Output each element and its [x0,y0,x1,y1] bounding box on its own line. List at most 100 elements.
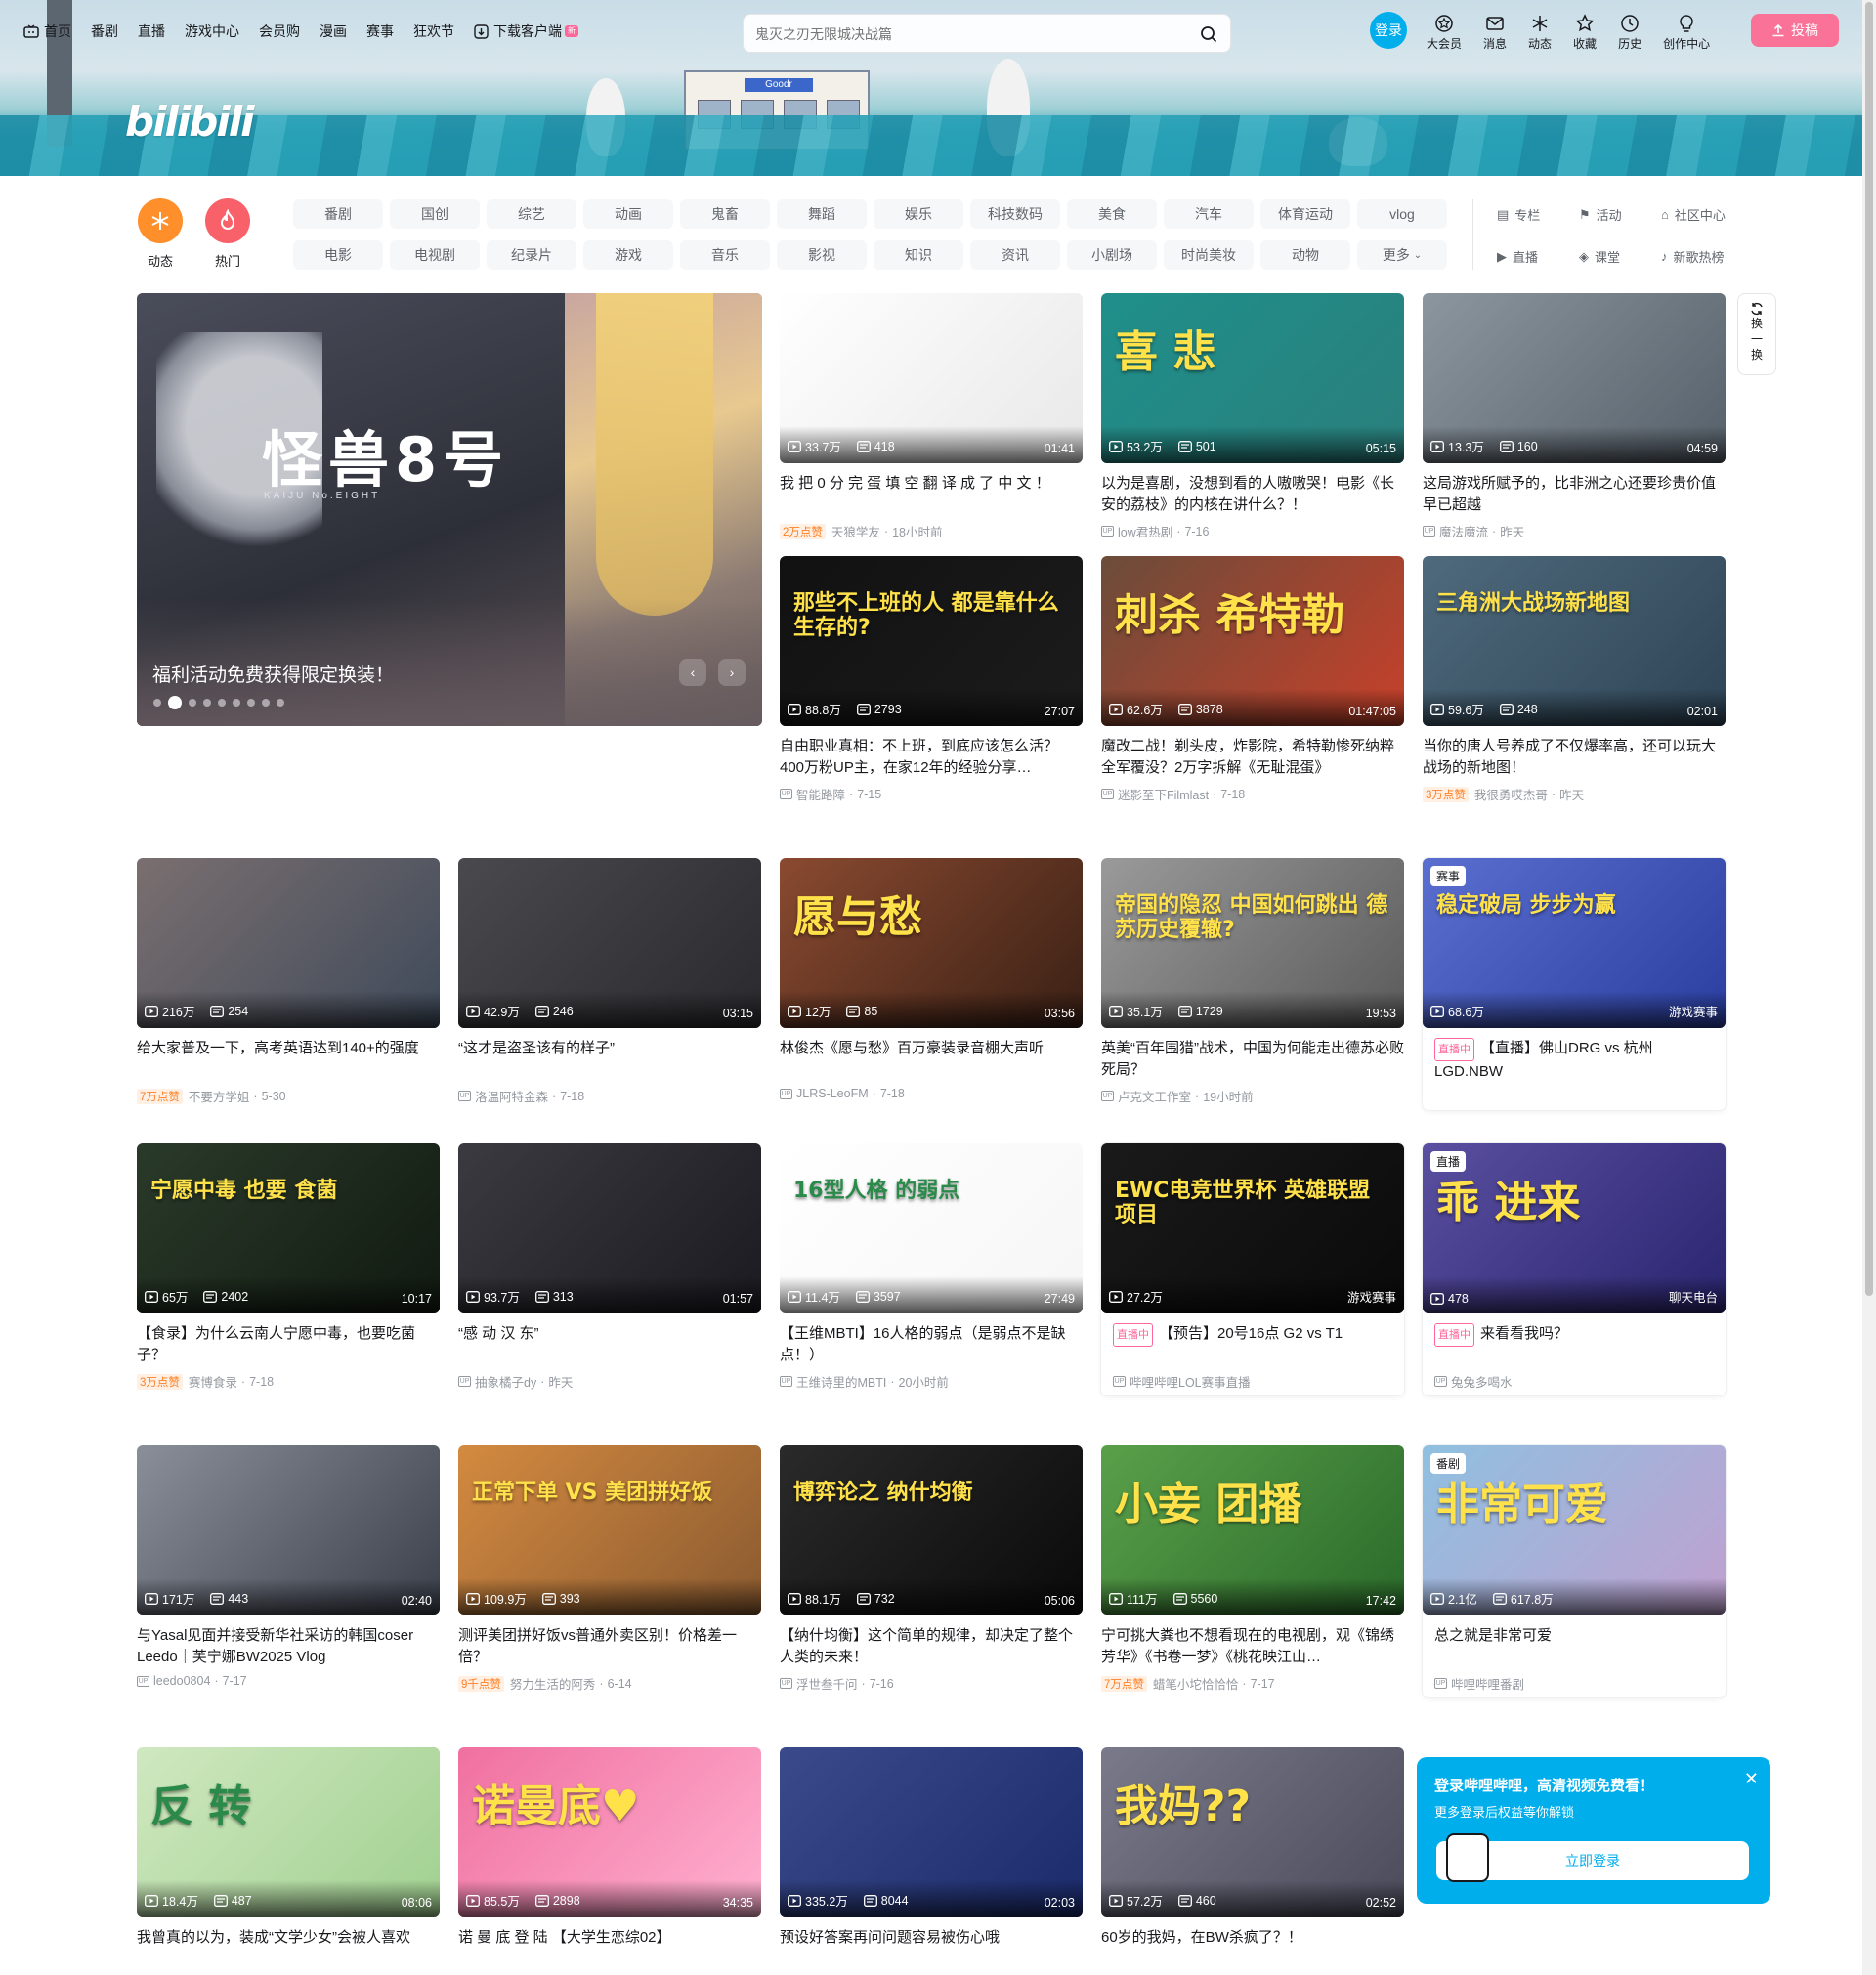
video-thumbnail[interactable]: 刺杀 希特勒 62.6万 3878 01:47:05 [1101,556,1404,726]
video-author[interactable]: 我很勇哎杰哥 [1474,785,1548,803]
video-title[interactable]: 诺 曼 底 登 陆 【大学生恋综02】 [458,1927,761,1970]
video-title[interactable]: 总之就是非常可爱 [1423,1625,1726,1668]
carousel-dot[interactable] [168,696,182,709]
video-card[interactable]: 216万 254 给大家普及一下，高考英语达到140+的强度 7万点赞 不要方学姐 · 5-… [137,858,440,1105]
video-author[interactable]: 卢克文工作室 [1118,1087,1191,1105]
search-button[interactable] [1195,21,1222,48]
video-card[interactable]: 那些不上班的人 都是靠什么生存的? 88.8万 2793 27:07 自由职业真相：不上… [780,556,1083,803]
channel-item[interactable]: 纪录片 [487,240,576,270]
video-author[interactable]: 浮世叁千问 [796,1674,858,1693]
scrollbar-thumb[interactable] [1865,2,1873,1296]
video-title[interactable]: 我曾真的以为，装成“文学少女”会被人喜欢 [137,1927,440,1970]
channel-item[interactable]: 娱乐 [874,199,963,229]
video-title[interactable]: 直播中 来看看我吗？ [1423,1323,1726,1366]
carousel-next-button[interactable]: › [718,659,746,686]
channel-item[interactable]: 国创 [390,199,480,229]
channel-item[interactable]: 动物 [1260,240,1350,270]
video-card[interactable]: 愿与愁 12万 85 03:56 林俊杰《愿与愁》百万豪装录音棚大声听 UP JLRS-Le… [780,858,1083,1100]
channel-item[interactable]: 番剧 [293,199,383,229]
video-title[interactable]: 我 把 0 分 完 蛋 填 空 翻 译 成 了 中 文 ！ [780,473,1083,516]
video-thumbnail[interactable]: 那些不上班的人 都是靠什么生存的? 88.8万 2793 27:07 [780,556,1083,726]
upload-button[interactable]: 投稿 [1751,14,1839,47]
video-card[interactable]: 宁愿中毒 也要 食菌 65万 2402 10:17 【食录】为什么云南人宁愿中毒，也要吃… [137,1143,440,1391]
channel-item[interactable]: 游戏 [583,240,673,270]
carousel-dot[interactable] [262,699,270,707]
login-avatar-button[interactable]: 登录 [1370,12,1407,49]
video-thumbnail[interactable]: 我妈?? 57.2万 460 02:52 [1101,1747,1404,1917]
channel-item[interactable]: 鬼畜 [680,199,770,229]
channel-item[interactable]: 知识 [874,240,963,270]
video-thumbnail[interactable]: 42.9万 246 03:15 [458,858,761,1028]
video-author[interactable]: 魔法魔流 [1439,522,1488,540]
video-title[interactable]: 英美“百年围猎”战术，中国为何能走出德苏必败死局？ [1101,1038,1404,1081]
video-card[interactable]: 42.9万 246 03:15 “这才是盗圣该有的样子” UP 洛温阿特金森 · 7-18 [458,858,761,1105]
video-author[interactable]: 智能路障 [796,785,845,803]
video-title[interactable]: 【纳什均衡】这个简单的规律，却决定了整个人类的未来！ [780,1625,1083,1668]
video-author[interactable]: 努力生活的阿秀 [510,1674,596,1693]
video-thumbnail[interactable]: 非常可爱 番剧 2.1亿 617.8万 [1423,1445,1726,1615]
carousel-dot[interactable] [247,699,255,707]
video-card[interactable]: 171万 443 02:40 与Yasal见面并接受新华社采访的韩国coser Lee… [137,1445,440,1688]
video-thumbnail[interactable]: 诺曼底♥ 85.5万 2898 34:35 [458,1747,761,1917]
channel-item[interactable]: 时尚美妆 [1164,240,1254,270]
video-card[interactable]: 非常可爱 番剧 2.1亿 617.8万 总之就是非常可爱 UP 哔哩哔哩番剧 [1423,1445,1726,1697]
nav-manga[interactable]: 漫画 [320,21,347,41]
carousel-dot[interactable] [233,699,240,707]
channel-more[interactable]: 更多 ⌄ [1357,240,1447,270]
video-title[interactable]: 与Yasal见面并接受新华社采访的韩国coser Leedo｜芙宁娜BW2025… [137,1625,440,1668]
video-thumbnail[interactable]: 93.7万 313 01:57 [458,1143,761,1313]
nav-creator-center[interactable]: 创作中心 [1663,12,1710,52]
channel-item[interactable]: 美食 [1067,199,1157,229]
nav-vip[interactable]: 大会员 [1427,12,1462,52]
video-title[interactable]: 以为是喜剧，没想到看的人嗷嗷哭！电影《长安的荔枝》的内核在讲什么？！ [1101,473,1404,516]
side-link-live[interactable]: ▶ 直播 [1497,247,1575,266]
video-author[interactable]: 哔哩哔哩LOL赛事直播 [1130,1372,1251,1391]
video-card[interactable]: 乖 进来 直播 478 聊天电台 直播中 来看看我吗？ UP 兔兔多喝水 [1423,1143,1726,1395]
nav-esports[interactable]: 赛事 [366,21,394,41]
quick-hot[interactable]: 热门 [204,198,251,270]
video-author[interactable]: 天狼学友 [831,522,880,540]
video-thumbnail[interactable]: 正常下单 VS 美团拼好饭 109.9万 393 [458,1445,761,1615]
nav-download[interactable]: 下载客户端 新 [474,21,578,41]
channel-item[interactable]: 资讯 [970,240,1060,270]
close-icon[interactable]: ✕ [1744,1769,1759,1789]
video-title[interactable]: 直播中 【预告】20号16点 G2 vs T1 [1101,1323,1404,1366]
carousel-prev-button[interactable]: ‹ [679,659,706,686]
side-link-classroom[interactable]: ◈ 课堂 [1579,247,1657,266]
video-card[interactable]: 刺杀 希特勒 62.6万 3878 01:47:05 魔改二战！剃头皮，炸影院，希特勒惨… [1101,556,1404,803]
video-card[interactable]: 稳定破局 步步为赢 赛事 68.6万 游戏赛事 直播中 【直播】佛山DRG vs 杭州LG… [1423,858,1726,1110]
video-card[interactable]: 33.7万 418 01:41 我 把 0 分 完 蛋 填 空 翻 译 成 了 中 文… [780,293,1083,540]
video-title[interactable]: 林俊杰《愿与愁》百万豪装录音棚大声听 [780,1038,1083,1081]
channel-item[interactable]: 电视剧 [390,240,480,270]
channel-item[interactable]: 体育运动 [1260,199,1350,229]
video-title[interactable]: 直播中 【直播】佛山DRG vs 杭州LGD.NBW [1423,1038,1726,1081]
video-thumbnail[interactable]: 小妾 团播 111万 5560 17:42 [1101,1445,1404,1615]
carousel-dot[interactable] [153,699,161,707]
video-title[interactable]: 给大家普及一下，高考英语达到140+的强度 [137,1038,440,1081]
video-author[interactable]: 洛温阿特金森 [475,1087,548,1105]
quick-dynamic[interactable]: 动态 [137,198,184,270]
video-card[interactable]: 我妈?? 57.2万 460 02:52 60岁的我妈，在BW杀疯了？！ [1101,1747,1404,1970]
channel-item[interactable]: 汽车 [1164,199,1254,229]
video-card[interactable]: 喜 悲 53.2万 501 05:15 以为是喜剧，没想到看的人嗷嗷哭！电影《长安的荔枝… [1101,293,1404,540]
channel-item[interactable]: 动画 [583,199,673,229]
side-link-column[interactable]: ▤ 专栏 [1497,205,1575,224]
video-title[interactable]: 【王维MBTI】16人格的弱点（是弱点不是缺点！） [780,1323,1083,1366]
video-card[interactable]: EWC电竞世界杯 英雄联盟项目 27.2万 游戏赛事 直播中 【预告】20号16点 G2… [1101,1143,1404,1395]
video-author[interactable]: low君热剧 [1118,522,1172,540]
channel-item[interactable]: 科技数码 [970,199,1060,229]
video-thumbnail[interactable]: 博弈论之 纳什均衡 88.1万 732 05:06 [780,1445,1083,1615]
channel-item[interactable]: 舞蹈 [777,199,867,229]
channel-item[interactable]: 影视 [777,240,867,270]
nav-carnival[interactable]: 狂欢节 [413,21,454,41]
video-thumbnail[interactable]: 216万 254 [137,858,440,1028]
hero-carousel[interactable]: 怪兽8号 KAIJU No.EIGHT 福利活动免费获得限定换装！ ‹ › [137,293,762,726]
video-author[interactable]: 抽象橘子dy [475,1372,536,1391]
bilibili-logo[interactable]: bilibili [125,98,255,146]
video-card[interactable]: 正常下单 VS 美团拼好饭 109.9万 393 测评美团拼好饭vs普通外卖区别！价格… [458,1445,761,1693]
video-thumbnail[interactable]: 喜 悲 53.2万 501 05:15 [1101,293,1404,463]
video-title[interactable]: 魔改二战！剃头皮，炸影院，希特勒惨死纳粹全军覆没？2万字拆解《无耻混蛋》 [1101,736,1404,779]
nav-game-center[interactable]: 游戏中心 [185,21,239,41]
video-card[interactable]: 反 转 18.4万 487 08:06 我曾真的以为，装成“文学少女”会被人喜欢 [137,1747,440,1970]
video-title[interactable]: 这局游戏所赋予的，比非洲之心还要珍贵价值早已超越 [1423,473,1726,516]
